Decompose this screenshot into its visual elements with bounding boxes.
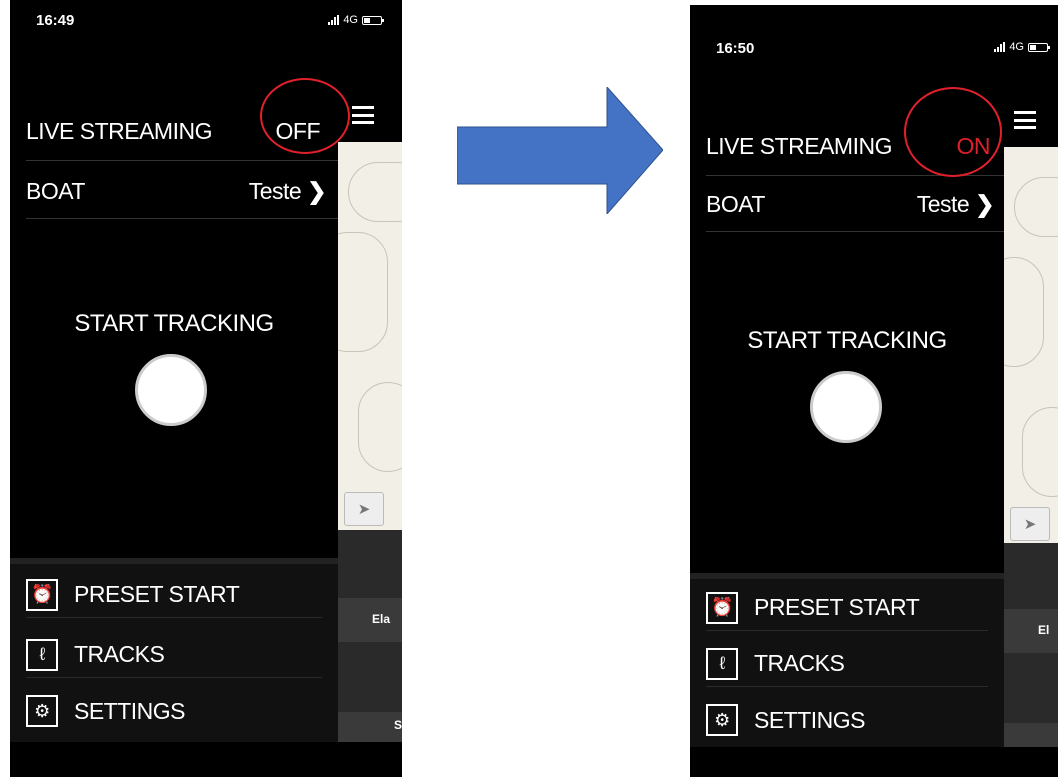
live-streaming-label: LIVE STREAMING: [26, 118, 212, 144]
map-band: [338, 530, 402, 598]
map-road: [1004, 257, 1044, 367]
map-band: [1004, 609, 1058, 653]
network-indicator: 4G: [994, 41, 1050, 53]
bottom-menu: ⏰ PRESET START ℓ TRACKS ⚙ SETTINGS: [690, 573, 1004, 747]
signal-icon: [328, 15, 340, 25]
live-streaming-label: LIVE STREAMING: [706, 133, 892, 159]
network-indicator: 4G: [328, 14, 384, 26]
map-road: [1014, 177, 1058, 237]
menu-item-preset-start[interactable]: ⏰ PRESET START: [26, 572, 322, 618]
map-band: [1004, 653, 1058, 723]
map-band: [1004, 543, 1058, 609]
right-arrow-icon: [457, 87, 663, 214]
battery-icon: [1028, 42, 1050, 52]
bottom-menu: ⏰ PRESET START ℓ TRACKS ⚙ SETTINGS: [10, 558, 338, 742]
hamburger-menu-icon[interactable]: [1014, 111, 1036, 129]
side-menu: LIVE STREAMING OFF BOAT Teste ❯ START TRA…: [10, 82, 338, 742]
chevron-right-icon: ❯: [307, 178, 326, 204]
gear-icon: ⚙: [26, 695, 58, 727]
menu-item-settings[interactable]: ⚙ SETTINGS: [26, 688, 322, 734]
divider: [706, 231, 1004, 232]
alarm-clock-icon: ⏰: [26, 578, 58, 611]
hamburger-menu-icon[interactable]: [352, 106, 374, 124]
boat-value: Teste: [248, 178, 302, 204]
phone-after: 16:50 4G ➤ El LIVE STREAMING ON BOAT Tes…: [690, 5, 1058, 777]
map-panel[interactable]: ➤ El: [1004, 87, 1058, 747]
map-panel[interactable]: ➤ Ela S: [338, 82, 402, 742]
start-tracking-label: START TRACKING: [747, 327, 947, 354]
boat-row[interactable]: BOAT Teste ❯: [706, 191, 994, 218]
menu-item-label: TRACKS: [754, 650, 845, 676]
menu-item-settings[interactable]: ⚙ SETTINGS: [706, 697, 988, 743]
start-tracking-label: START TRACKING: [74, 310, 274, 337]
map-band: [338, 642, 402, 712]
side-menu: LIVE STREAMING ON BOAT Teste ❯ START TRAC…: [690, 87, 1004, 747]
status-time: 16:49: [36, 12, 75, 29]
map-road: [358, 382, 402, 472]
bottom-separator: [10, 558, 338, 564]
chevron-right-icon: ❯: [975, 191, 994, 217]
menu-item-tracks[interactable]: ℓ TRACKS: [26, 632, 322, 678]
divider: [26, 218, 338, 219]
start-tracking-button[interactable]: [810, 371, 882, 443]
gear-icon: ⚙: [706, 704, 738, 736]
map-band: [338, 712, 402, 742]
annotation-circle: [260, 78, 350, 154]
status-bar: 16:49 4G: [10, 0, 402, 44]
map-road: [338, 232, 388, 352]
battery-icon: [362, 15, 384, 25]
boat-label: BOAT: [706, 191, 765, 217]
menu-item-label: PRESET START: [754, 594, 920, 620]
divider: [26, 160, 338, 161]
boat-row[interactable]: BOAT Teste ❯: [26, 178, 326, 205]
map-road: [1022, 407, 1058, 497]
bottom-separator: [690, 573, 1004, 579]
menu-item-preset-start[interactable]: ⏰ PRESET START: [706, 585, 988, 631]
menu-item-label: TRACKS: [74, 641, 165, 667]
menu-item-label: PRESET START: [74, 581, 240, 607]
network-type: 4G: [1009, 41, 1024, 53]
map-topbar: [1004, 87, 1058, 147]
network-type: 4G: [343, 14, 358, 26]
phone-before: 16:49 4G ➤ Ela S LIVE STREAMING OFF BOAT…: [10, 0, 402, 777]
start-tracking-button[interactable]: [135, 354, 207, 426]
map-band-text: El: [1038, 623, 1050, 637]
alarm-clock-icon: ⏰: [706, 591, 738, 624]
status-bar: 16:50 4G: [690, 5, 1058, 57]
map-band-text: Ela: [372, 612, 391, 626]
annotation-circle: [904, 87, 1002, 177]
map-band: [1004, 723, 1058, 747]
comparison-stage: 16:49 4G ➤ Ela S LIVE STREAMING OFF BOAT…: [0, 0, 1058, 777]
location-arrow-icon[interactable]: ➤: [344, 492, 384, 526]
location-arrow-icon[interactable]: ➤: [1010, 507, 1050, 541]
signal-icon: [994, 42, 1006, 52]
menu-item-label: SETTINGS: [754, 706, 866, 733]
track-path-icon: ℓ: [706, 647, 738, 680]
menu-item-tracks[interactable]: ℓ TRACKS: [706, 641, 988, 687]
boat-label: BOAT: [26, 178, 85, 204]
boat-value: Teste: [916, 191, 970, 217]
track-path-icon: ℓ: [26, 638, 58, 671]
status-time: 16:50: [716, 40, 755, 57]
map-road: [348, 162, 402, 222]
map-band-text-2: S: [394, 718, 402, 732]
map-band: [338, 598, 402, 642]
menu-item-label: SETTINGS: [74, 697, 186, 724]
